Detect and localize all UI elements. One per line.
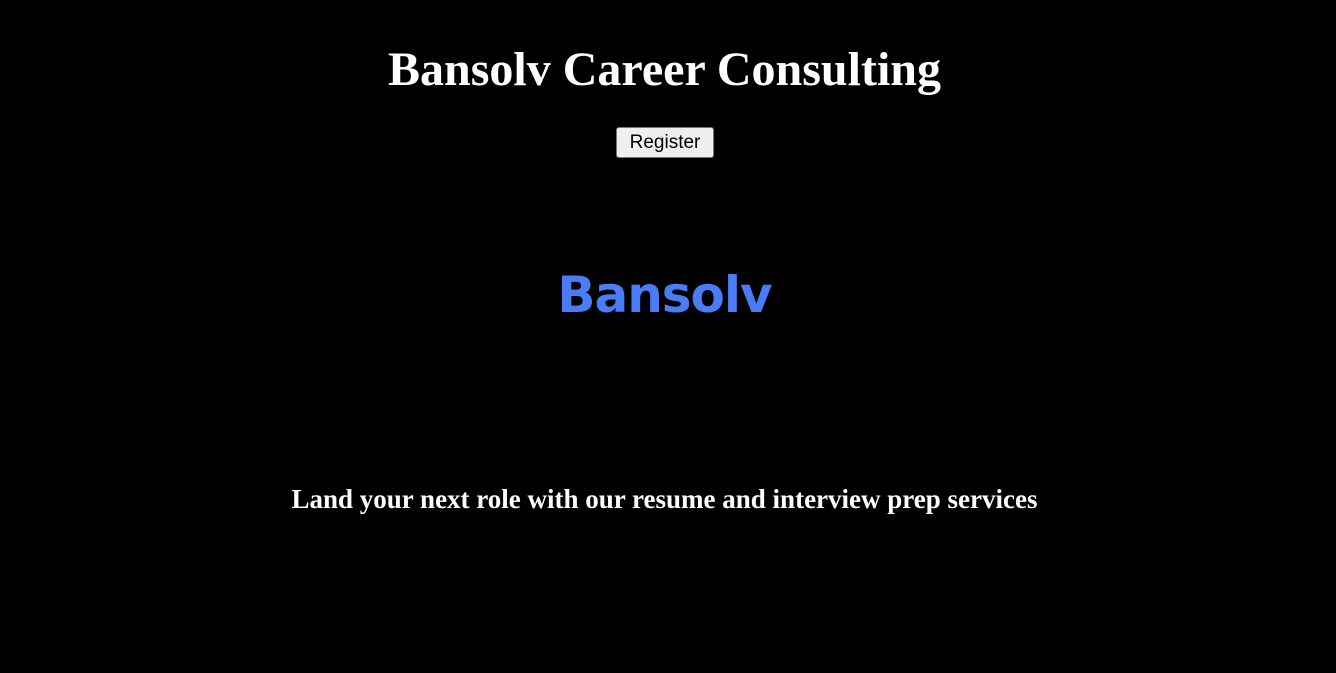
page-title: Bansolv Career Consulting: [388, 43, 941, 96]
bansolv-logo: Bansolv: [557, 266, 772, 324]
logo-container: Bansolv: [0, 262, 1329, 328]
page: Bansolv Career Consulting Register Banso…: [0, 0, 1336, 673]
tagline: Land your next role with our resume and …: [291, 484, 1038, 514]
register-button[interactable]: Register: [616, 127, 714, 158]
